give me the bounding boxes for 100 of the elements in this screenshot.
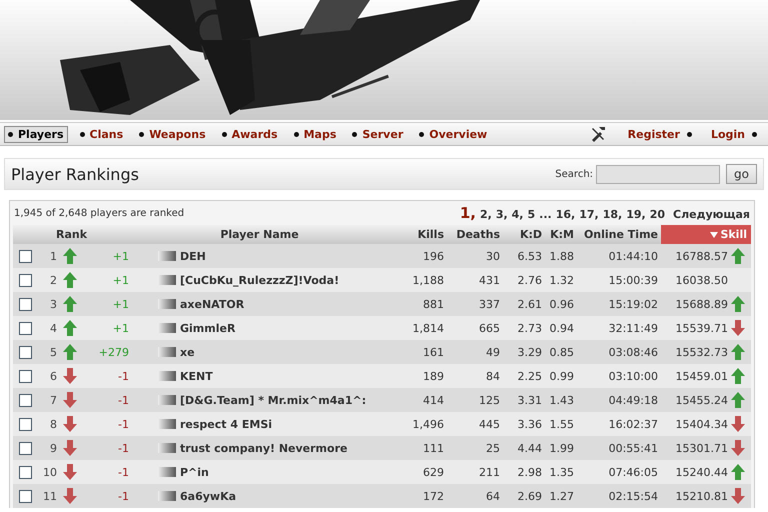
player-name-link[interactable]: [CuCbKu_RulezzzZ]!Voda! [178,274,389,286]
flag-icon [158,275,176,285]
table-cell-text: 125 [478,394,501,406]
nav-tab[interactable]: Clans [76,126,128,142]
nav-link[interactable]: Register [624,126,699,142]
page-link[interactable]: 4, [512,208,524,221]
page-link[interactable]: 19, [626,208,646,221]
page-link[interactable]: 17, [579,208,599,221]
rank-number: 7 [49,394,58,406]
player-name-link[interactable]: xe [178,346,389,358]
page-link[interactable]: 1, [460,204,476,222]
rank-number: 3 [49,298,58,310]
flag-icon [158,299,176,309]
sorted-column-header[interactable]: Skill [661,225,751,244]
row-checkbox[interactable] [19,418,32,430]
table-cell-text: 01:44:10 [608,250,659,262]
row-checkbox[interactable] [19,274,32,286]
rank-change: +1 [112,250,130,262]
page-link[interactable]: 5 [528,208,536,221]
row-checkbox[interactable] [19,370,32,382]
player-name-link[interactable]: P^in [178,466,389,478]
row-checkbox[interactable] [19,442,32,454]
column-header[interactable]: Player Name [133,228,389,241]
tools-icon[interactable] [590,126,606,142]
player-name-link[interactable]: respect 4 EMSi [178,418,389,430]
table-cell-text: 1.35 [548,466,575,478]
flag-icon [158,467,176,477]
row-checkbox[interactable] [19,250,32,262]
table-cell-text: 2.76 [516,274,543,286]
player-name-link[interactable]: trust company! Nevermore [178,442,389,454]
table-cell-text: 1.55 [548,418,575,430]
row-checkbox[interactable] [19,322,32,334]
player-name-link[interactable]: GimmleR [178,322,389,334]
table-cell-text: 881 [422,298,445,310]
rank-number: 10 [42,466,58,478]
table-cell-text: 02:15:54 [608,490,659,502]
page-link[interactable]: 2, [480,208,492,221]
table-cell-text: 15459.01 [674,370,729,382]
table-cell-text: 414 [422,394,445,406]
table-cell-text: 337 [478,298,501,310]
table-cell-text: 172 [422,490,445,502]
column-header[interactable]: Online Time [577,228,661,241]
rank-number: 2 [49,274,58,286]
player-name-link[interactable]: 6a6ywKa [178,490,389,502]
row-checkbox[interactable] [19,298,32,310]
search-field[interactable] [596,164,720,184]
table-cell-text: 15404.34 [674,418,729,430]
page-link[interactable]: 3, [496,208,508,221]
nav-tab[interactable]: Server [348,126,408,142]
table-cell-text: 32:11:49 [608,322,659,334]
nav-tab[interactable]: Awards [218,126,282,142]
table-cell-text: 445 [478,418,501,430]
row-checkbox[interactable] [19,394,32,406]
page-link[interactable]: 16, [556,208,576,221]
column-header[interactable]: K:D [503,228,545,241]
rank-change: -1 [117,490,130,502]
flag-icon [158,443,176,453]
column-header[interactable]: Rank [13,228,133,241]
next-page-link[interactable]: Следующая [673,208,750,221]
rank-number: 6 [49,370,58,382]
page-link[interactable]: 20 [650,208,666,221]
table-cell-text: 1.32 [548,274,575,286]
table-cell-text: 161 [422,346,445,358]
flag-icon [158,347,176,357]
row-checkbox[interactable] [19,466,32,478]
nav-link[interactable]: Login [706,126,764,142]
row-checkbox[interactable] [19,346,32,358]
table-cell-text: 2.25 [516,370,543,382]
page-link[interactable]: 18, [602,208,622,221]
table-cell-text: 2.73 [516,322,543,334]
table-cell-text: 15:19:02 [608,298,659,310]
rank-number: 5 [49,346,58,358]
rank-change: -1 [117,370,130,382]
flag-icon [158,371,176,381]
row-checkbox[interactable] [19,490,32,502]
column-header[interactable]: Deaths [447,228,503,241]
player-name-link[interactable]: axeNATOR [178,298,389,310]
table-cell-text: 64 [485,490,501,502]
nav-tab[interactable]: Weapons [135,126,210,142]
nav-tab[interactable]: Maps [290,126,340,142]
nav-tab[interactable]: Players [4,126,68,142]
table-cell-text: 84 [485,370,501,382]
table-cell-text: 00:55:41 [608,442,659,454]
player-name-link[interactable]: KENT [178,370,389,382]
table-cell-text: 15301.71 [674,442,729,454]
table-cell-text: 2.69 [516,490,543,502]
player-name-link[interactable]: DEH [178,250,389,262]
table-cell-text: 629 [422,466,445,478]
column-header[interactable]: Kills [389,228,447,241]
nav-tab[interactable]: Overview [415,126,492,142]
table-cell-text: 196 [422,250,445,262]
table-cell-text: 431 [478,274,501,286]
player-name-link[interactable]: [D&G.Team] * Mr.mix^m4a1^: [178,394,389,406]
table-cell-text: 04:49:18 [608,394,659,406]
table-cell-text: 15688.89 [674,298,729,310]
column-header[interactable]: K:M [545,228,577,241]
go-button[interactable]: go [726,164,757,184]
page-link[interactable]: ... [539,208,552,221]
flag-icon [158,323,176,333]
panel-title: Player Rankings [11,164,140,184]
